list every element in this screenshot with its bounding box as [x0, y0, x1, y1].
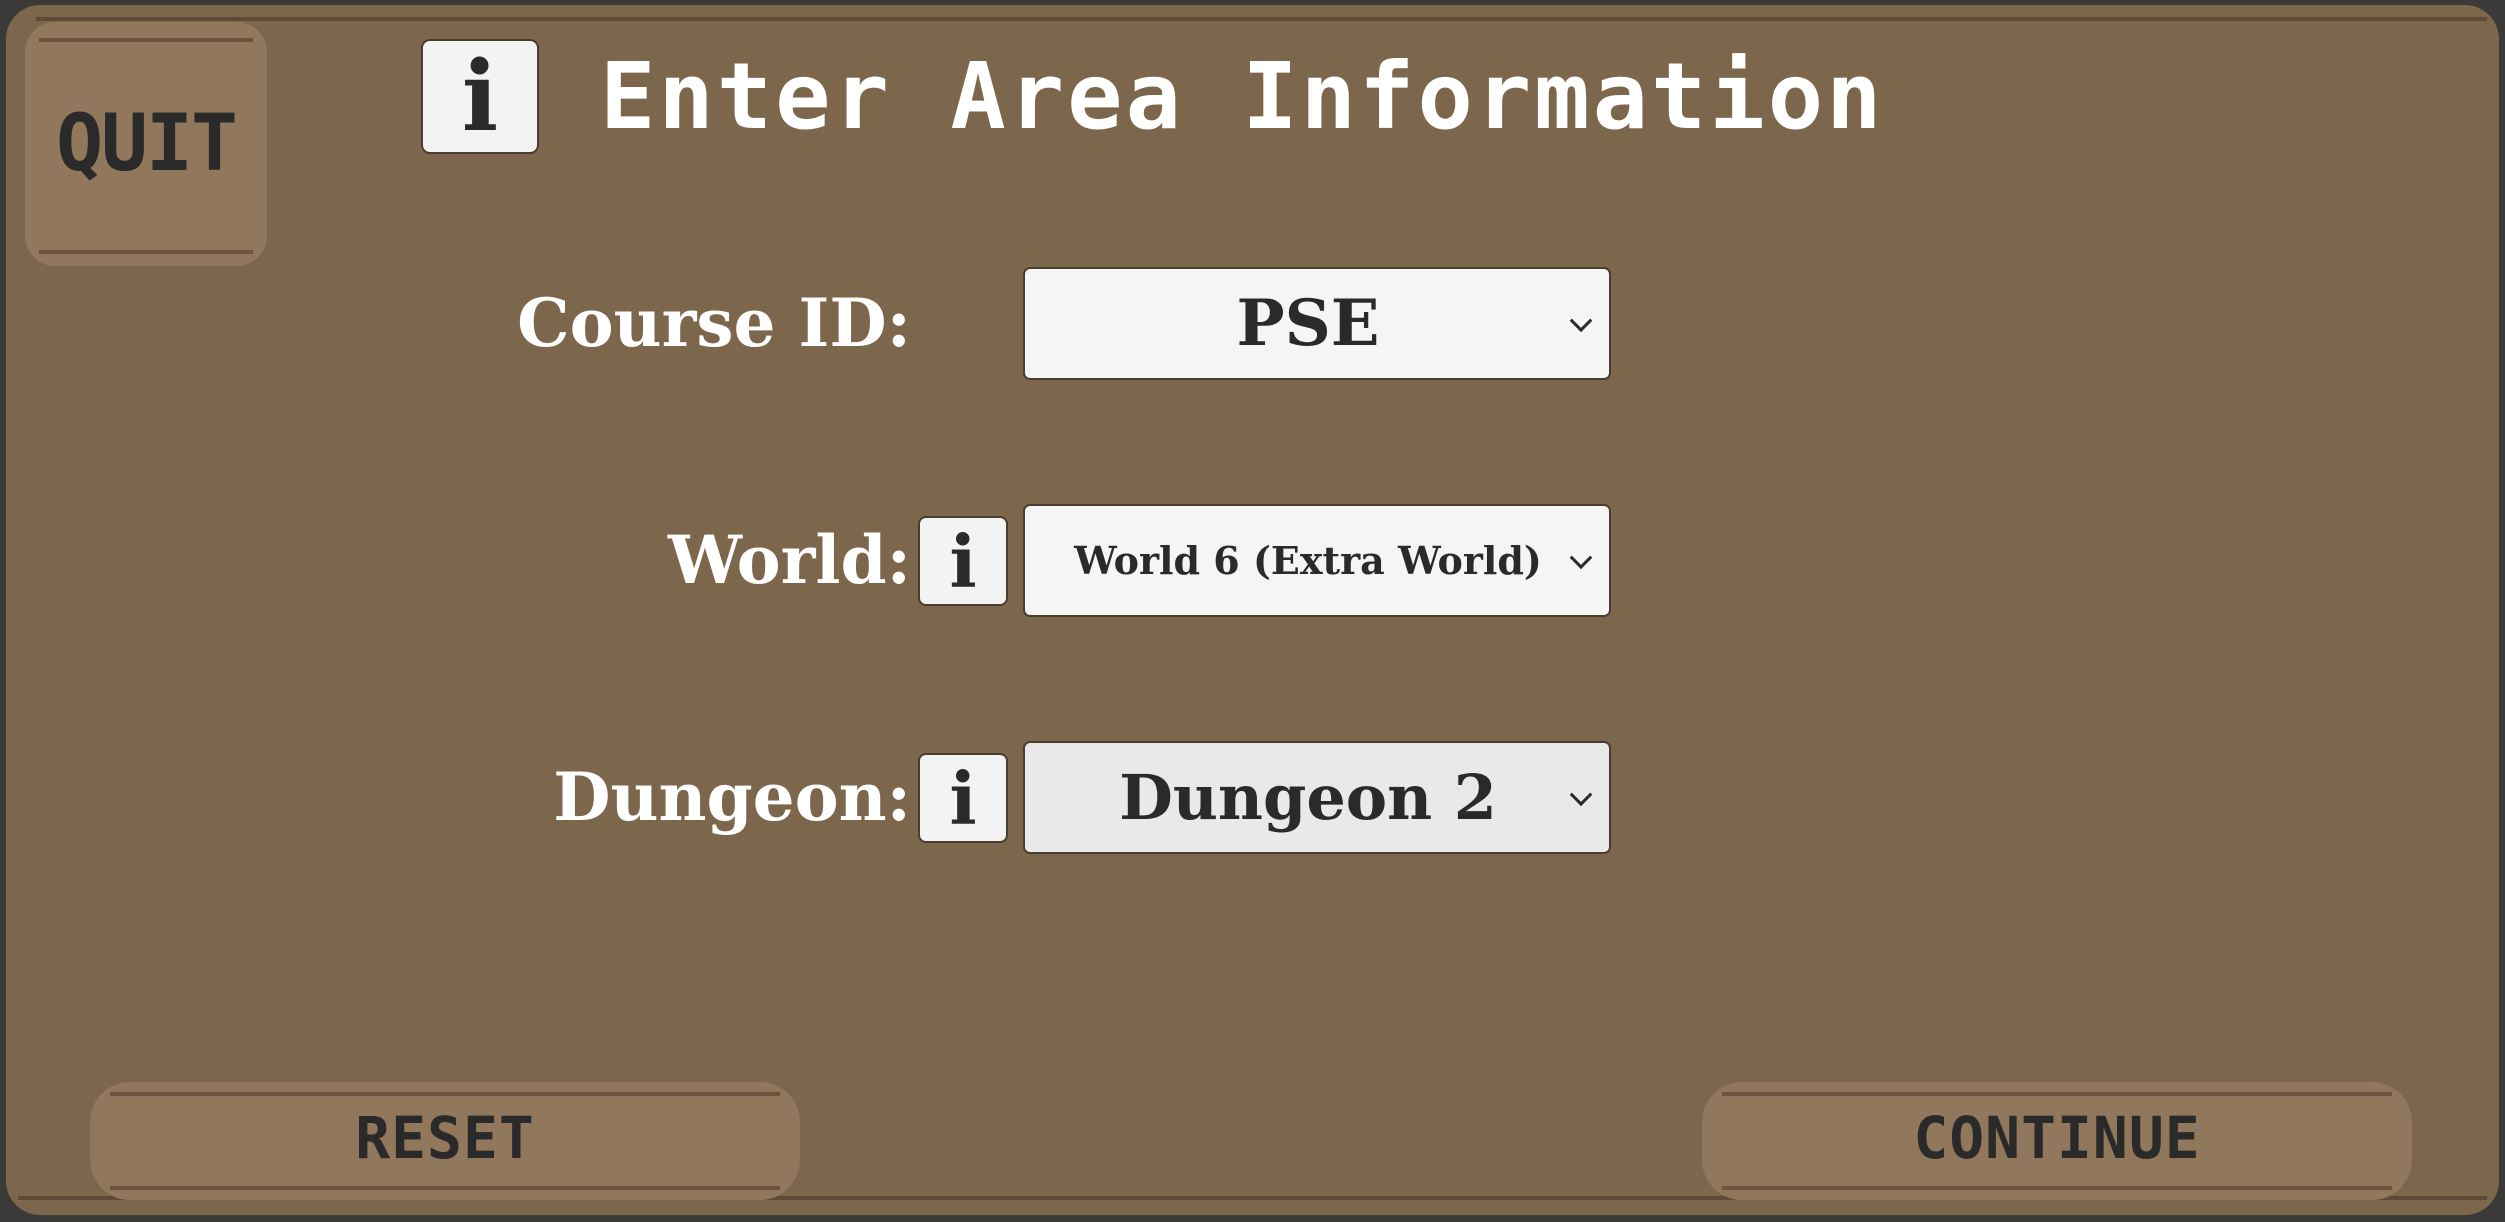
- course-id-value: PSE: [1236, 286, 1380, 361]
- reset-button-bottom-line: [110, 1186, 780, 1190]
- quit-button-label: QUIT: [56, 99, 238, 189]
- continue-button-bottom-line: [1722, 1186, 2392, 1190]
- continue-button-top-line: [1722, 1092, 2392, 1096]
- dungeon-info-button[interactable]: i: [918, 753, 1008, 843]
- quit-button-top-line: [39, 38, 253, 42]
- info-icon: i: [949, 518, 977, 604]
- dungeon-value: Dungeon 2: [1119, 761, 1497, 834]
- panel-top-divider: [36, 17, 2487, 21]
- chevron-down-icon: [1569, 545, 1593, 569]
- world-select[interactable]: World 6 (Extra World): [1023, 504, 1611, 617]
- dungeon-select[interactable]: Dungeon 2: [1023, 741, 1611, 854]
- quit-button-bottom-line: [39, 250, 253, 254]
- course-id-select[interactable]: PSE: [1023, 267, 1611, 380]
- chevron-down-icon: [1569, 308, 1593, 332]
- world-info-button[interactable]: i: [918, 516, 1008, 606]
- quit-button[interactable]: QUIT: [25, 22, 267, 266]
- info-icon: i: [949, 755, 977, 841]
- dungeon-label: Dungeon:: [553, 758, 911, 836]
- world-value: World 6 (Extra World): [1074, 538, 1542, 583]
- reset-button-top-line: [110, 1092, 780, 1096]
- continue-button[interactable]: CONTINUE: [1702, 1082, 2412, 1200]
- continue-button-label: CONTINUE: [1913, 1104, 2201, 1172]
- reset-button[interactable]: RESET: [90, 1082, 800, 1200]
- course-id-label: Course ID:: [517, 284, 911, 362]
- page-title: Enter Area Information: [600, 43, 1885, 150]
- chevron-down-icon: [1569, 782, 1593, 806]
- info-icon: i: [461, 40, 499, 153]
- world-label: World:: [667, 521, 911, 599]
- reset-button-label: RESET: [355, 1104, 535, 1172]
- title-info-button[interactable]: i: [421, 39, 539, 154]
